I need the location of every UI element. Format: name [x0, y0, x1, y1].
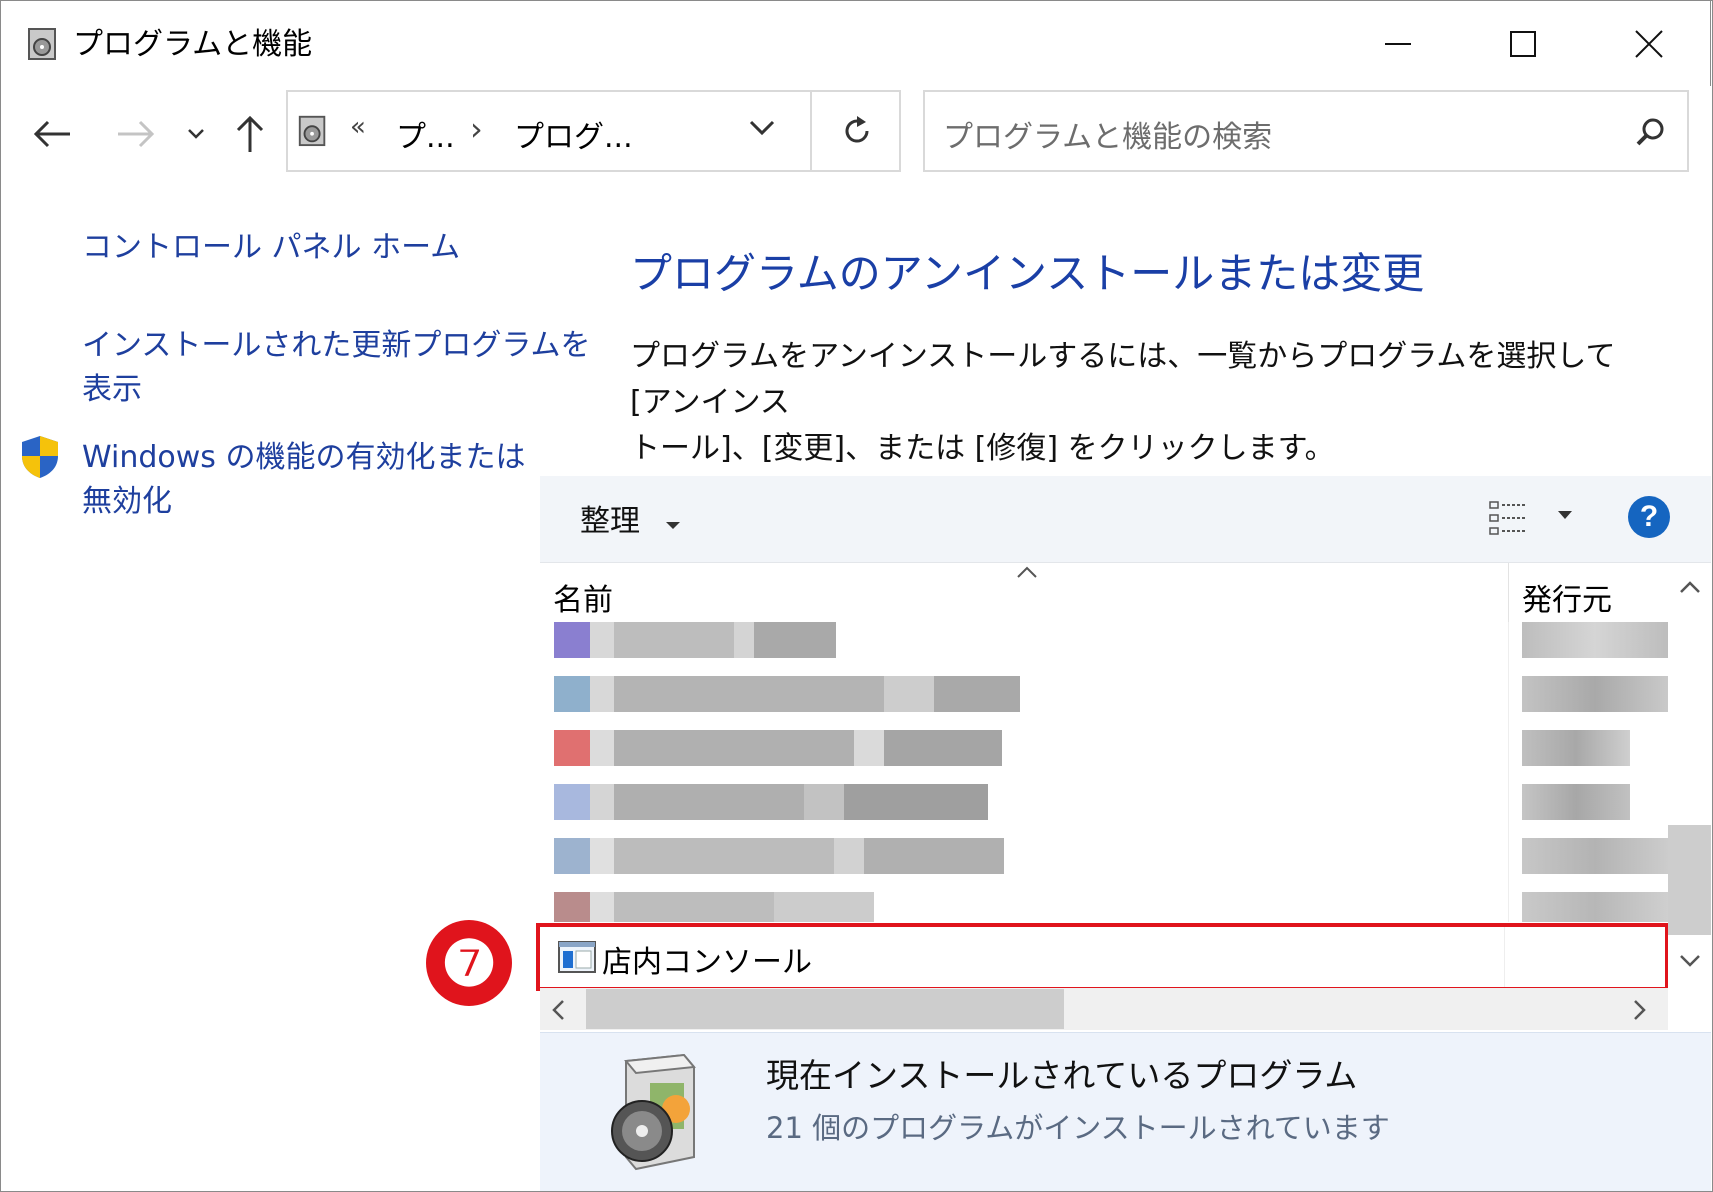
instructions-line: トール]、[変更]、または [修復] をクリックします。	[630, 431, 1335, 466]
sidebar-item-label: 無効化	[82, 484, 172, 519]
program-row-redacted[interactable]	[554, 784, 988, 820]
refresh-button[interactable]	[812, 90, 901, 172]
sidebar-item-windows-features[interactable]: Windows の機能の有効化または 無効化	[82, 436, 525, 524]
title-bar: プログラムと機能	[0, 0, 1711, 86]
step-badge: ❼	[426, 920, 512, 1006]
publisher-redacted	[1522, 730, 1630, 766]
chevron-down-icon	[749, 120, 775, 136]
breadcrumb-programs[interactable]: プログ...	[514, 112, 633, 156]
publisher-redacted	[1522, 622, 1668, 658]
scroll-up-icon[interactable]	[1678, 579, 1702, 595]
sidebar-item-label: 表示	[82, 372, 142, 407]
view-list-icon[interactable]	[1488, 500, 1528, 536]
search-icon[interactable]	[1634, 116, 1666, 148]
arrow-up-icon	[236, 115, 264, 152]
scroll-down-icon[interactable]	[1678, 953, 1702, 969]
program-row-redacted[interactable]	[554, 838, 1004, 874]
organize-button[interactable]: 整理	[580, 496, 682, 540]
app-window-icon	[558, 941, 596, 973]
publisher-redacted	[1522, 784, 1630, 820]
program-row-redacted[interactable]	[554, 622, 836, 658]
details-title: 現在インストールされているプログラム	[766, 1056, 1358, 1095]
sidebar-item-label: インストールされた更新プログラムを	[82, 328, 591, 363]
details-count: 21 個のプログラムがインストールされています	[766, 1111, 1390, 1145]
programs-app-icon	[28, 28, 56, 60]
horizontal-scrollbar[interactable]	[540, 988, 1668, 1030]
address-dropdown-button[interactable]	[748, 118, 788, 148]
window-title: プログラムと機能	[73, 27, 313, 62]
command-toolbar	[540, 476, 1711, 563]
programs-location-icon	[298, 115, 326, 147]
instructions-text: プログラムをアンインストールするには、一覧からプログラムを選択して [アンインス…	[630, 334, 1640, 472]
arrow-left-icon	[33, 120, 70, 148]
program-row-redacted[interactable]	[554, 730, 1002, 766]
up-button[interactable]	[222, 104, 278, 164]
sort-up-icon	[1017, 566, 1037, 578]
sidebar-item-view-installed-updates[interactable]: インストールされた更新プログラムを 表示	[82, 324, 591, 412]
breadcrumb-control-panel[interactable]: プ...	[396, 112, 455, 156]
program-list	[540, 622, 1668, 922]
publisher-redacted	[1522, 892, 1668, 922]
recent-locations-button[interactable]	[170, 104, 222, 164]
program-row-highlighted[interactable]: 店内コンソール	[536, 923, 1669, 991]
address-overflow[interactable]: «	[350, 112, 366, 142]
scrollbar-thumb[interactable]	[1668, 825, 1711, 935]
publisher-redacted	[1522, 838, 1668, 874]
chevron-down-icon	[188, 129, 204, 139]
sidebar-item-label: Windows の機能の有効化または	[82, 440, 526, 475]
vertical-scrollbar[interactable]	[1668, 563, 1711, 993]
maximize-button[interactable]	[1463, 1, 1583, 87]
scrollbar-thumb[interactable]	[586, 989, 1064, 1029]
breadcrumb-separator[interactable]: ›	[470, 110, 483, 148]
column-divider[interactable]	[1508, 563, 1509, 623]
scroll-left-icon[interactable]	[550, 998, 566, 1022]
column-divider-line	[1508, 622, 1509, 922]
program-row-redacted[interactable]	[554, 892, 874, 922]
search-input[interactable]: プログラムと機能の検索	[943, 112, 1272, 156]
installer-disc-icon	[611, 1053, 696, 1171]
refresh-icon	[845, 116, 869, 143]
column-header-name[interactable]: 名前	[553, 575, 613, 619]
page-title: プログラムのアンインストールまたは変更	[630, 249, 1425, 298]
close-icon	[1635, 30, 1663, 58]
details-pane: 現在インストールされているプログラム 21 個のプログラムがインストールされてい…	[540, 1032, 1711, 1191]
caret-down-icon	[665, 522, 680, 529]
program-row-redacted[interactable]	[554, 676, 1020, 712]
back-button[interactable]	[24, 104, 80, 164]
scroll-right-icon[interactable]	[1632, 998, 1648, 1022]
view-options-caret-icon[interactable]	[1556, 508, 1574, 522]
maximize-icon	[1510, 31, 1536, 57]
step-number: ❼	[441, 929, 497, 999]
instructions-line: プログラムをアンインストールするには、一覧からプログラムを選択して [アンインス	[630, 339, 1616, 420]
column-divider-line	[1504, 927, 1505, 987]
organize-label: 整理	[580, 504, 640, 539]
minimize-icon	[1385, 43, 1411, 45]
forward-button[interactable]	[108, 104, 164, 164]
close-button[interactable]	[1589, 1, 1709, 87]
arrow-right-icon	[118, 120, 155, 148]
minimize-button[interactable]	[1338, 1, 1458, 87]
publisher-redacted	[1522, 676, 1668, 712]
sidebar-item-control-panel-home[interactable]: コントロール パネル ホーム	[82, 226, 460, 270]
shield-icon	[22, 436, 58, 478]
help-icon[interactable]: ?	[1628, 496, 1670, 538]
column-header-row: 名前 発行元	[540, 563, 1670, 623]
program-name: 店内コンソール	[602, 945, 812, 980]
column-header-publisher[interactable]: 発行元	[1522, 575, 1612, 619]
